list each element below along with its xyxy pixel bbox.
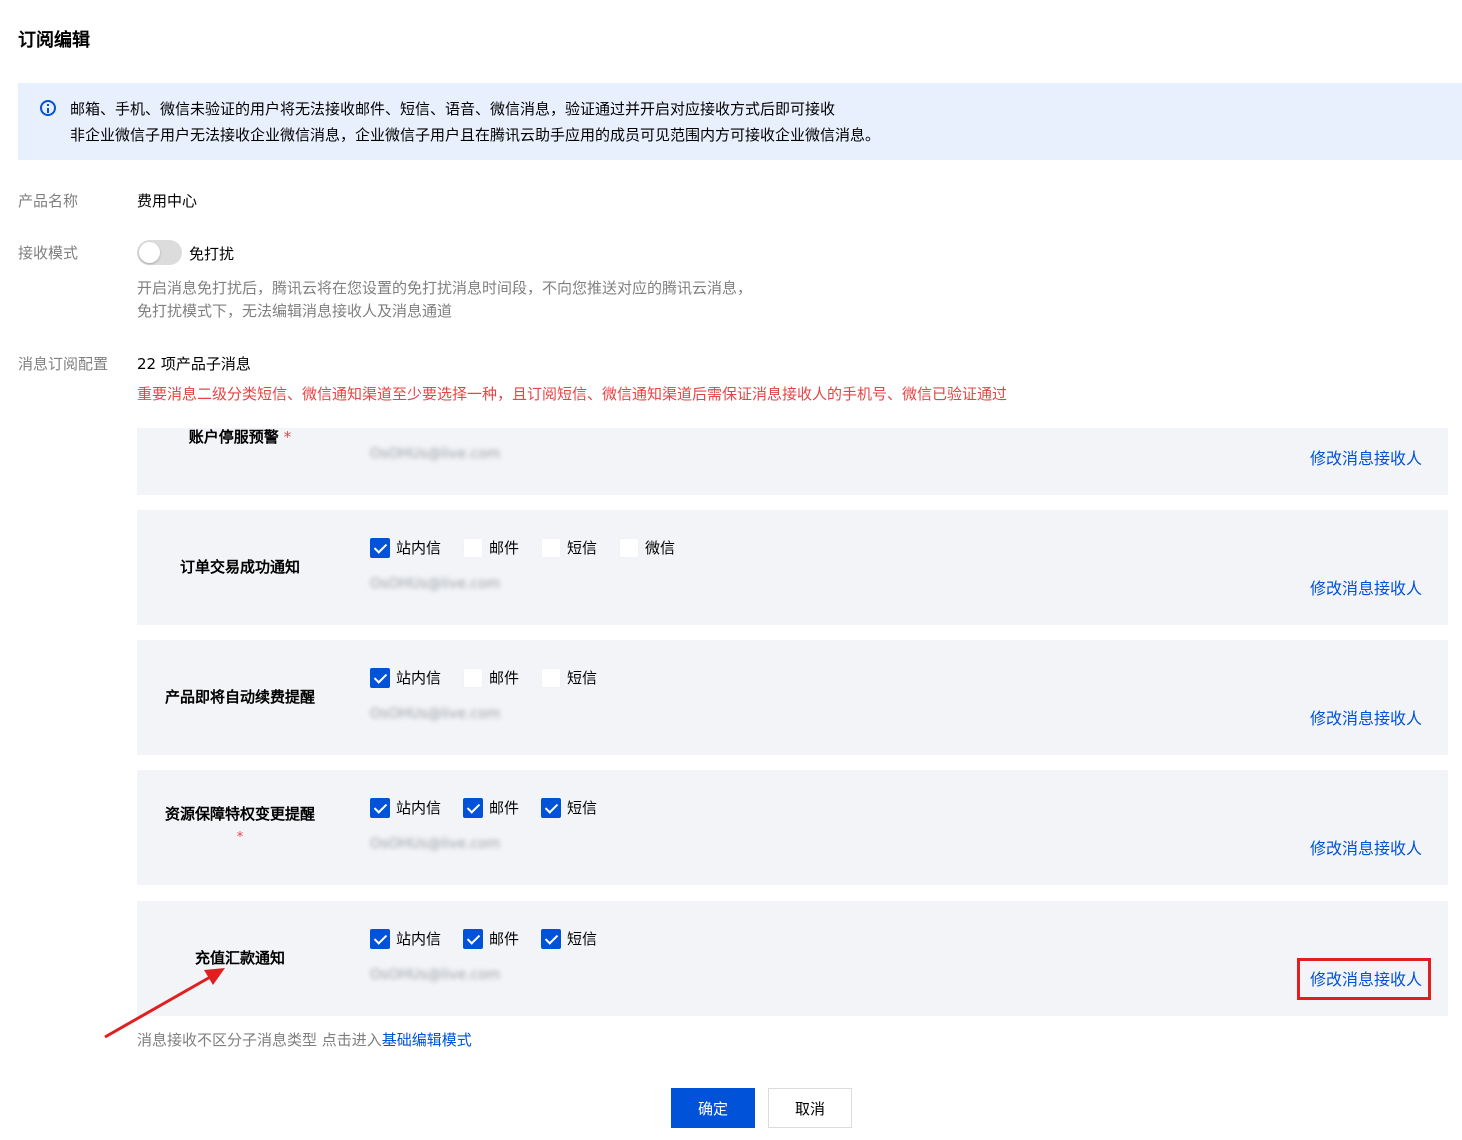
channel-site-message[interactable]: 站内信 [370, 667, 441, 688]
hint-text: 消息接收不区分子消息类型 点击进入 [137, 1031, 382, 1049]
info-circle-icon [40, 100, 56, 116]
recipient-email: OsOHUs@live.com [370, 446, 501, 462]
toggle-knob [139, 242, 160, 263]
channel-site-message[interactable]: 站内信 [370, 537, 441, 558]
checkbox[interactable] [463, 667, 484, 688]
notice-banner: 邮箱、手机、微信未验证的用户将无法接收邮件、短信、语音、微信消息，验证通过并开启… [18, 83, 1462, 160]
channel-sms[interactable]: 短信 [541, 928, 597, 949]
edit-recipient-link[interactable]: 修改消息接收人 [1310, 575, 1422, 599]
notice-line-1: 邮箱、手机、微信未验证的用户将无法接收邮件、短信、语音、微信消息，验证通过并开启… [70, 100, 836, 118]
channel-wechat[interactable]: 微信 [619, 537, 675, 558]
page-title: 订阅编辑 [18, 30, 90, 51]
checkbox-label: 站内信 [396, 539, 442, 557]
recipient-email: OsOHUs@live.com [370, 706, 501, 722]
basic-edit-mode-link[interactable]: 基础编辑模式 [382, 1031, 472, 1049]
checkbox[interactable] [463, 797, 484, 818]
checkbox-label: 邮件 [489, 539, 520, 557]
channel-email[interactable]: 邮件 [463, 537, 519, 558]
required-mark: * [283, 428, 292, 446]
cancel-button[interactable]: 取消 [768, 1088, 852, 1128]
subscription-count: 22 项产品子消息 [137, 355, 251, 373]
checkbox[interactable] [619, 537, 640, 558]
message-card: 订单交易成功通知 站内信 邮件 短信 微信 OsOHUs@live.com 修改… [137, 510, 1448, 625]
checkbox-label: 邮件 [489, 799, 520, 817]
checkbox-label: 站内信 [396, 669, 442, 687]
channel-sms[interactable]: 短信 [541, 537, 597, 558]
product-name-label: 产品名称 [18, 192, 79, 210]
checkbox[interactable] [370, 797, 390, 818]
confirm-button[interactable]: 确定 [671, 1088, 755, 1128]
channel-sms[interactable]: 短信 [541, 667, 597, 688]
annotation-arrow-icon [104, 968, 225, 1039]
checkbox[interactable] [370, 928, 390, 949]
notice-line-2: 非企业微信子用户无法接收企业微信消息，企业微信子用户且在腾讯云助手应用的成员可见… [70, 126, 881, 144]
annotation-highlight-box [1297, 958, 1431, 1000]
subscription-config-label: 消息订阅配置 [18, 355, 109, 373]
checkbox-label: 站内信 [396, 930, 442, 948]
card-title: 资源保障特权变更提醒 [164, 805, 315, 823]
checkbox[interactable] [370, 537, 390, 558]
card-title-text: 账户停服预警 [188, 428, 279, 446]
edit-recipient-link[interactable]: 修改消息接收人 [1310, 445, 1422, 469]
channel-email[interactable]: 邮件 [463, 797, 519, 818]
basic-mode-hint: 消息接收不区分子消息类型 点击进入基础编辑模式 [137, 1029, 472, 1050]
channel-checkboxes: 站内信 邮件 短信 [370, 797, 619, 818]
message-card: 账户停服预警 * OsOHUs@live.com 修改消息接收人 [137, 428, 1448, 495]
checkbox-label: 邮件 [489, 930, 520, 948]
channel-sms[interactable]: 短信 [541, 797, 597, 818]
subscription-warning: 重要消息二级分类短信、微信通知渠道至少要选择一种，且订阅短信、微信通知渠道后需保… [137, 385, 1008, 403]
message-card-list[interactable]: 账户停服预警 * OsOHUs@live.com 修改消息接收人 订单交易成功通知… [137, 428, 1448, 1018]
checkbox[interactable] [541, 667, 562, 688]
checkbox[interactable] [541, 537, 562, 558]
channel-checkboxes: 站内信 邮件 短信 [370, 667, 619, 688]
checkbox-label: 短信 [567, 669, 598, 687]
checkbox[interactable] [541, 928, 562, 949]
checkbox[interactable] [463, 928, 484, 949]
required-mark: * [236, 830, 244, 845]
edit-recipient-link[interactable]: 修改消息接收人 [1310, 835, 1422, 859]
channel-checkboxes: 站内信 邮件 短信 微信 [370, 537, 697, 558]
card-title: 订单交易成功通知 [179, 558, 300, 576]
checkbox[interactable] [541, 797, 562, 818]
receive-mode-label: 接收模式 [18, 244, 79, 262]
channel-checkboxes: 站内信 邮件 短信 [370, 928, 619, 949]
checkbox[interactable] [463, 537, 484, 558]
checkbox-label: 短信 [567, 539, 598, 557]
checkbox-label: 微信 [645, 539, 676, 557]
checkbox-label: 短信 [567, 799, 598, 817]
edit-recipient-link[interactable]: 修改消息接收人 [1310, 705, 1422, 729]
recipient-email: OsOHUs@live.com [370, 967, 501, 983]
receive-mode-desc-2: 免打扰模式下，无法编辑消息接收人及消息通道 [137, 302, 453, 320]
message-card: 产品即将自动续费提醒 站内信 邮件 短信 OsOHUs@live.com 修改消… [137, 640, 1448, 755]
checkbox-label: 邮件 [489, 669, 520, 687]
receive-mode-desc-1: 开启消息免打扰后，腾讯云将在您设置的免打扰消息时间段，不向您推送对应的腾讯云消息… [137, 279, 753, 297]
do-not-disturb-label: 免打扰 [189, 245, 235, 263]
checkbox[interactable] [370, 667, 390, 688]
message-card: 资源保障特权变更提醒 * 站内信 邮件 短信 OsOHUs@live.com 修… [137, 770, 1448, 885]
message-card: 充值汇款通知 站内信 邮件 短信 OsOHUs@live.com 修改消息接收人 [137, 901, 1448, 1016]
do-not-disturb-toggle[interactable] [137, 240, 182, 265]
checkbox-label: 站内信 [396, 799, 442, 817]
channel-site-message[interactable]: 站内信 [370, 928, 441, 949]
recipient-email: OsOHUs@live.com [370, 576, 501, 592]
recipient-email: OsOHUs@live.com [370, 836, 501, 852]
product-name-value: 费用中心 [137, 192, 198, 210]
channel-email[interactable]: 邮件 [463, 667, 519, 688]
channel-site-message[interactable]: 站内信 [370, 797, 441, 818]
channel-email[interactable]: 邮件 [463, 928, 519, 949]
card-title: 产品即将自动续费提醒 [164, 688, 315, 706]
checkbox-label: 短信 [567, 930, 598, 948]
card-title: 账户停服预警 * [137, 428, 343, 449]
